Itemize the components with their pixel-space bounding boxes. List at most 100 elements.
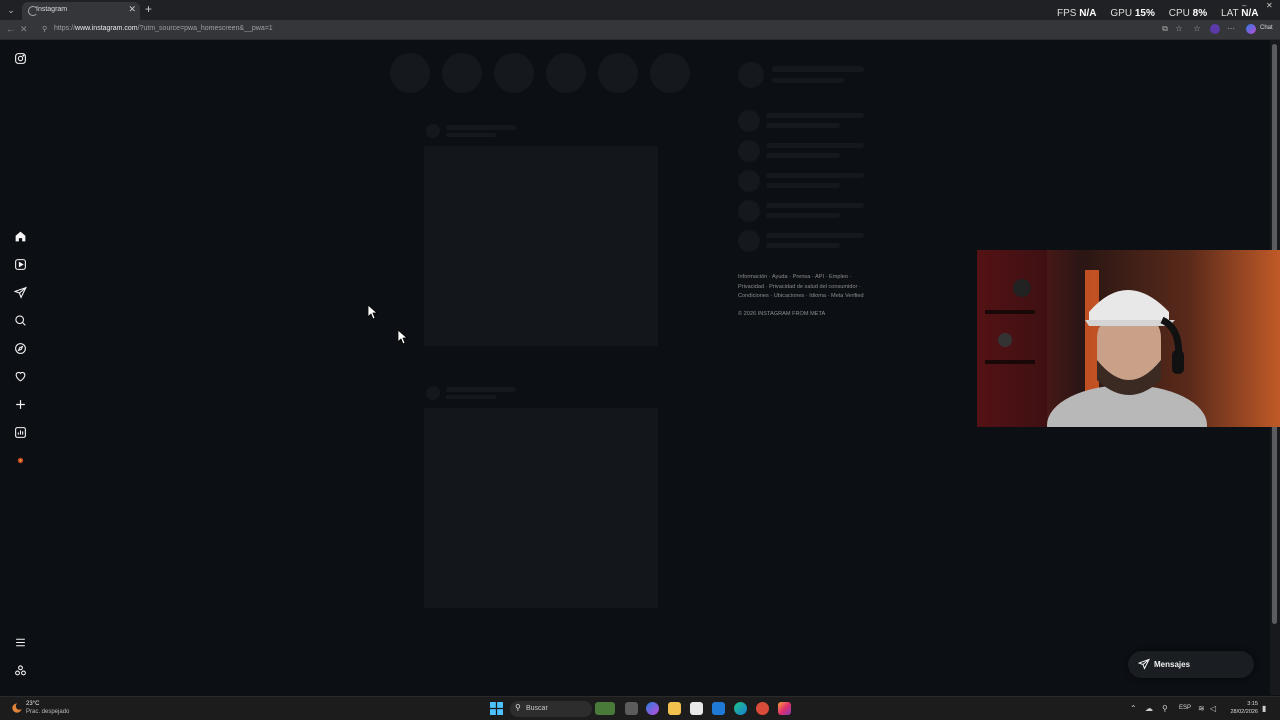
weather-moon-icon[interactable] [10,701,24,715]
weather-description[interactable]: Prac. despejado [26,709,69,715]
back-arrow-icon[interactable]: ← [6,24,15,34]
gpu-label: GPU [1110,8,1133,19]
instagram-logo-icon[interactable] [12,50,28,66]
tab-title: Instagram [36,6,68,13]
lat-label: LAT [1221,8,1239,19]
copyright-text: © 2026 INSTAGRAM FROM META [738,311,826,317]
streamer-webcam [977,250,1280,427]
show-hidden-icons-chevron-icon[interactable]: ⌃ [1130,704,1137,713]
input-language[interactable]: ESP [1179,705,1191,711]
notifications-heart-icon[interactable] [12,368,28,384]
weather-temperature[interactable]: 23°C [26,701,39,707]
footer-links[interactable]: Información · Ayuda · Prensa · API · Emp… [738,273,888,302]
home-icon[interactable] [12,228,28,244]
favorite-star-icon[interactable]: ☆ [1174,24,1184,34]
stop-loading-icon[interactable]: ✕ [20,24,28,35]
microphone-icon[interactable]: ⚲ [1162,704,1168,713]
browser-tab[interactable]: Instagram ✕ [22,2,140,20]
suggestion-line-placeholder [766,183,840,188]
file-explorer-icon[interactable] [668,702,681,715]
story-placeholder [546,53,586,93]
tab-list-chevron-icon[interactable]: ⌄ [4,3,18,17]
post-media-placeholder [424,408,658,608]
favorites-bar-icon[interactable]: ☆ [1192,24,1202,34]
wifi-icon[interactable]: ≋ [1198,704,1205,713]
windows-start-icon[interactable] [490,702,503,715]
copilot-icon[interactable] [1246,24,1256,34]
also-from-meta-icon[interactable] [12,662,28,678]
url-scheme: https:// [54,25,76,32]
gpu-unit: % [1145,8,1155,19]
cpu-label: CPU [1168,8,1190,19]
outlook-icon[interactable] [712,702,725,715]
url-field[interactable]: ⚲ https://www.instagram.com/?utm_source=… [42,23,1162,37]
suggestion-line-placeholder [766,123,840,128]
microsoft-store-icon[interactable] [690,702,703,715]
suggestion-line-placeholder [766,233,864,238]
cpu-unit: % [1198,8,1208,19]
clock-date[interactable]: 28/02/2026 [1226,709,1258,715]
create-plus-icon[interactable] [12,396,28,412]
taskbar-search[interactable]: ⚲ Buscar [510,701,592,717]
current-user-avatar-placeholder [738,62,764,88]
chat-label[interactable]: Chat [1260,25,1273,31]
profile-avatar-icon[interactable] [12,452,28,468]
clock-time[interactable]: 3:15 [1230,701,1258,707]
search-icon[interactable] [12,312,28,328]
post-avatar-placeholder [426,124,440,138]
more-options-icon[interactable]: ⋯ [1226,24,1236,34]
direct-messages-icon [1138,658,1150,670]
suggestion-line-placeholder [766,213,840,218]
search-label: Buscar [526,705,548,712]
current-user-meta-placeholder [772,78,844,83]
url-host: www.instagram.com [75,25,138,32]
messages-button[interactable]: Mensajes [1128,651,1254,678]
gpu-value: 15 [1134,8,1146,19]
post-meta-placeholder [446,395,496,399]
footer-line[interactable]: Privacidad · Privacidad de salud del con… [738,283,888,293]
suggestion-line-placeholder [766,113,864,118]
app-icon[interactable] [756,702,769,715]
close-window-icon[interactable]: ✕ [1266,1,1273,10]
open-in-app-icon[interactable]: ⧉ [1160,24,1170,34]
windows-taskbar: 23°C Prac. despejado ⚲ Buscar ⌃ ☁ ⚲ ESP … [0,696,1280,720]
explore-compass-icon[interactable] [12,340,28,356]
reels-icon[interactable] [12,256,28,272]
suggestion-line-placeholder [766,153,840,158]
task-view-icon[interactable] [625,702,638,715]
mouse-cursor-icon [368,305,378,319]
more-menu-icon[interactable] [12,634,28,650]
cloud-icon[interactable]: ☁ [1145,704,1153,713]
notifications-bell-icon[interactable]: ▮ [1262,704,1266,713]
post-username-placeholder [446,387,516,392]
new-tab-plus-icon[interactable]: + [145,2,152,16]
minimize-icon[interactable]: – [1242,1,1246,10]
suggestion-line-placeholder [766,173,864,178]
footer-line[interactable]: Condiciones · Ubicaciones · Idioma · Met… [738,292,888,302]
suggestion-avatar-placeholder [738,170,760,192]
footer-line[interactable]: Información · Ayuda · Prensa · API · Emp… [738,273,888,283]
copilot-app-icon[interactable] [646,702,659,715]
search-highlight-icon[interactable] [595,702,615,715]
direct-messages-icon[interactable] [12,284,28,300]
story-placeholder [598,53,638,93]
fps-label: FPS [1057,8,1077,19]
profile-avatar-icon[interactable] [1210,24,1220,34]
instagram-app-icon[interactable] [778,702,791,715]
browser-tabstrip: ⌄ Instagram ✕ + FPS N/A GPU 15% CPU 8% L… [0,0,1280,20]
site-info-icon[interactable]: ⚲ [42,25,47,33]
dashboard-chart-icon[interactable] [12,424,28,440]
current-user-name-placeholder [772,66,864,72]
suggestion-line-placeholder [766,243,840,248]
suggestion-avatar-placeholder [738,230,760,252]
suggestion-avatar-placeholder [738,110,760,132]
fps-value: N/A [1079,8,1097,19]
url-text: https://www.instagram.com/?utm_source=pw… [54,25,273,32]
address-bar-row: ← ✕ ⚲ https://www.instagram.com/?utm_sou… [0,20,1280,40]
perf-overlay: FPS N/A GPU 15% CPU 8% LAT N/A [1057,8,1258,19]
tab-close-icon[interactable]: ✕ [128,4,136,15]
url-path: /?utm_source=pwa_homescreen&__pwa=1 [137,25,273,32]
suggestion-line-placeholder [766,203,864,208]
edge-browser-icon[interactable] [734,702,747,715]
volume-icon[interactable]: ◁ [1210,704,1216,713]
